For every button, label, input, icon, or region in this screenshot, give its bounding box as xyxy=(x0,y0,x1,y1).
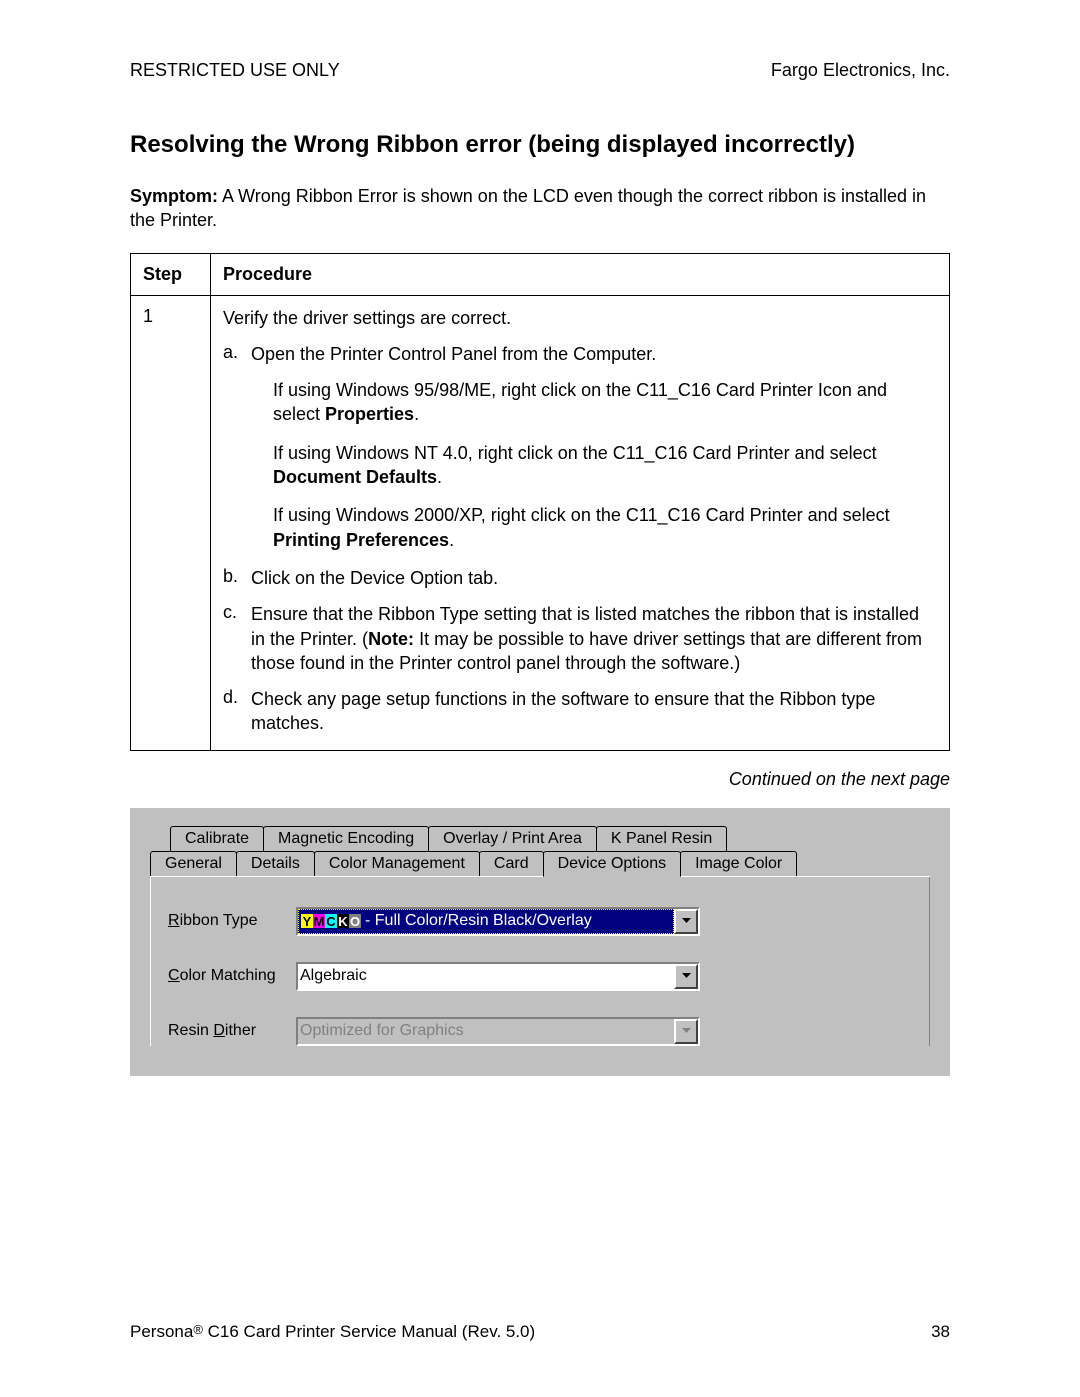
resin-dither-value: Optimized for Graphics xyxy=(298,1019,674,1044)
symptom-text: A Wrong Ribbon Error is shown on the LCD… xyxy=(130,186,926,230)
verify-line: Verify the driver settings are correct. xyxy=(223,306,937,330)
header-procedure: Procedure xyxy=(211,253,950,295)
chevron-down-icon[interactable] xyxy=(674,964,698,989)
tab-magnetic-encoding[interactable]: Magnetic Encoding xyxy=(263,826,429,851)
header-step: Step xyxy=(131,253,211,295)
tab-row-front: General Details Color Management Card De… xyxy=(150,851,930,876)
page-title: Resolving the Wrong Ribbon error (being … xyxy=(130,131,950,159)
header-left: RESTRICTED USE ONLY xyxy=(130,60,340,81)
item-d: d. Check any page setup functions in the… xyxy=(223,687,937,736)
tab-device-options[interactable]: Device Options xyxy=(543,851,682,877)
color-matching-label: Color Matching xyxy=(168,967,296,985)
item-a-sub3: If using Windows 2000/XP, right click on… xyxy=(273,503,937,552)
header-right: Fargo Electronics, Inc. xyxy=(771,60,950,81)
tab-general[interactable]: General xyxy=(150,851,237,876)
item-b: b. Click on the Device Option tab. xyxy=(223,566,937,590)
footer-left: Persona® C16 Card Printer Service Manual… xyxy=(130,1322,535,1342)
tab-overlay-print-area[interactable]: Overlay / Print Area xyxy=(428,826,597,851)
driver-settings-dialog: Calibrate Magnetic Encoding Overlay / Pr… xyxy=(130,808,950,1076)
page-header: RESTRICTED USE ONLY Fargo Electronics, I… xyxy=(130,60,950,81)
tab-image-color[interactable]: Image Color xyxy=(680,851,797,876)
continued-note: Continued on the next page xyxy=(130,769,950,790)
tab-card[interactable]: Card xyxy=(479,851,544,876)
item-a: a. Open the Printer Control Panel from t… xyxy=(223,342,937,366)
resin-dither-row: Resin Dither Optimized for Graphics xyxy=(168,1017,912,1046)
resin-dither-label: Resin Dither xyxy=(168,1022,296,1040)
ribbon-type-dropdown[interactable]: YMCKO - Full Color/Resin Black/Overlay xyxy=(296,907,700,936)
item-a-sub1: If using Windows 95/98/ME, right click o… xyxy=(273,378,937,427)
page-footer: Persona® C16 Card Printer Service Manual… xyxy=(130,1322,950,1342)
procedure-cell: Verify the driver settings are correct. … xyxy=(211,295,950,750)
symptom-paragraph: Symptom: A Wrong Ribbon Error is shown o… xyxy=(130,184,950,233)
tab-details[interactable]: Details xyxy=(236,851,315,876)
ribbon-type-row: Ribbon Type YMCKO - Full Color/Resin Bla… xyxy=(168,907,912,936)
tab-calibrate[interactable]: Calibrate xyxy=(170,826,264,851)
tab-k-panel-resin[interactable]: K Panel Resin xyxy=(596,826,727,851)
item-a-sub2: If using Windows NT 4.0, right click on … xyxy=(273,441,937,490)
tab-color-management[interactable]: Color Management xyxy=(314,851,480,876)
ymcko-icon: YMCKO xyxy=(301,914,361,928)
color-matching-value: Algebraic xyxy=(298,964,674,989)
tab-row-back: Calibrate Magnetic Encoding Overlay / Pr… xyxy=(170,826,930,851)
color-matching-dropdown[interactable]: Algebraic xyxy=(296,962,700,991)
device-options-panel: Ribbon Type YMCKO - Full Color/Resin Bla… xyxy=(150,876,930,1046)
color-matching-row: Color Matching Algebraic xyxy=(168,962,912,991)
ribbon-type-value: YMCKO - Full Color/Resin Black/Overlay xyxy=(298,909,674,934)
page-number: 38 xyxy=(931,1322,950,1342)
symptom-label: Symptom: xyxy=(130,186,218,206)
step-number: 1 xyxy=(131,295,211,750)
resin-dither-dropdown: Optimized for Graphics xyxy=(296,1017,700,1046)
chevron-down-icon[interactable] xyxy=(674,909,698,934)
item-c: c. Ensure that the Ribbon Type setting t… xyxy=(223,602,937,675)
chevron-down-icon xyxy=(674,1019,698,1044)
ribbon-type-label: Ribbon Type xyxy=(168,912,296,930)
procedure-table: Step Procedure 1 Verify the driver setti… xyxy=(130,253,950,751)
